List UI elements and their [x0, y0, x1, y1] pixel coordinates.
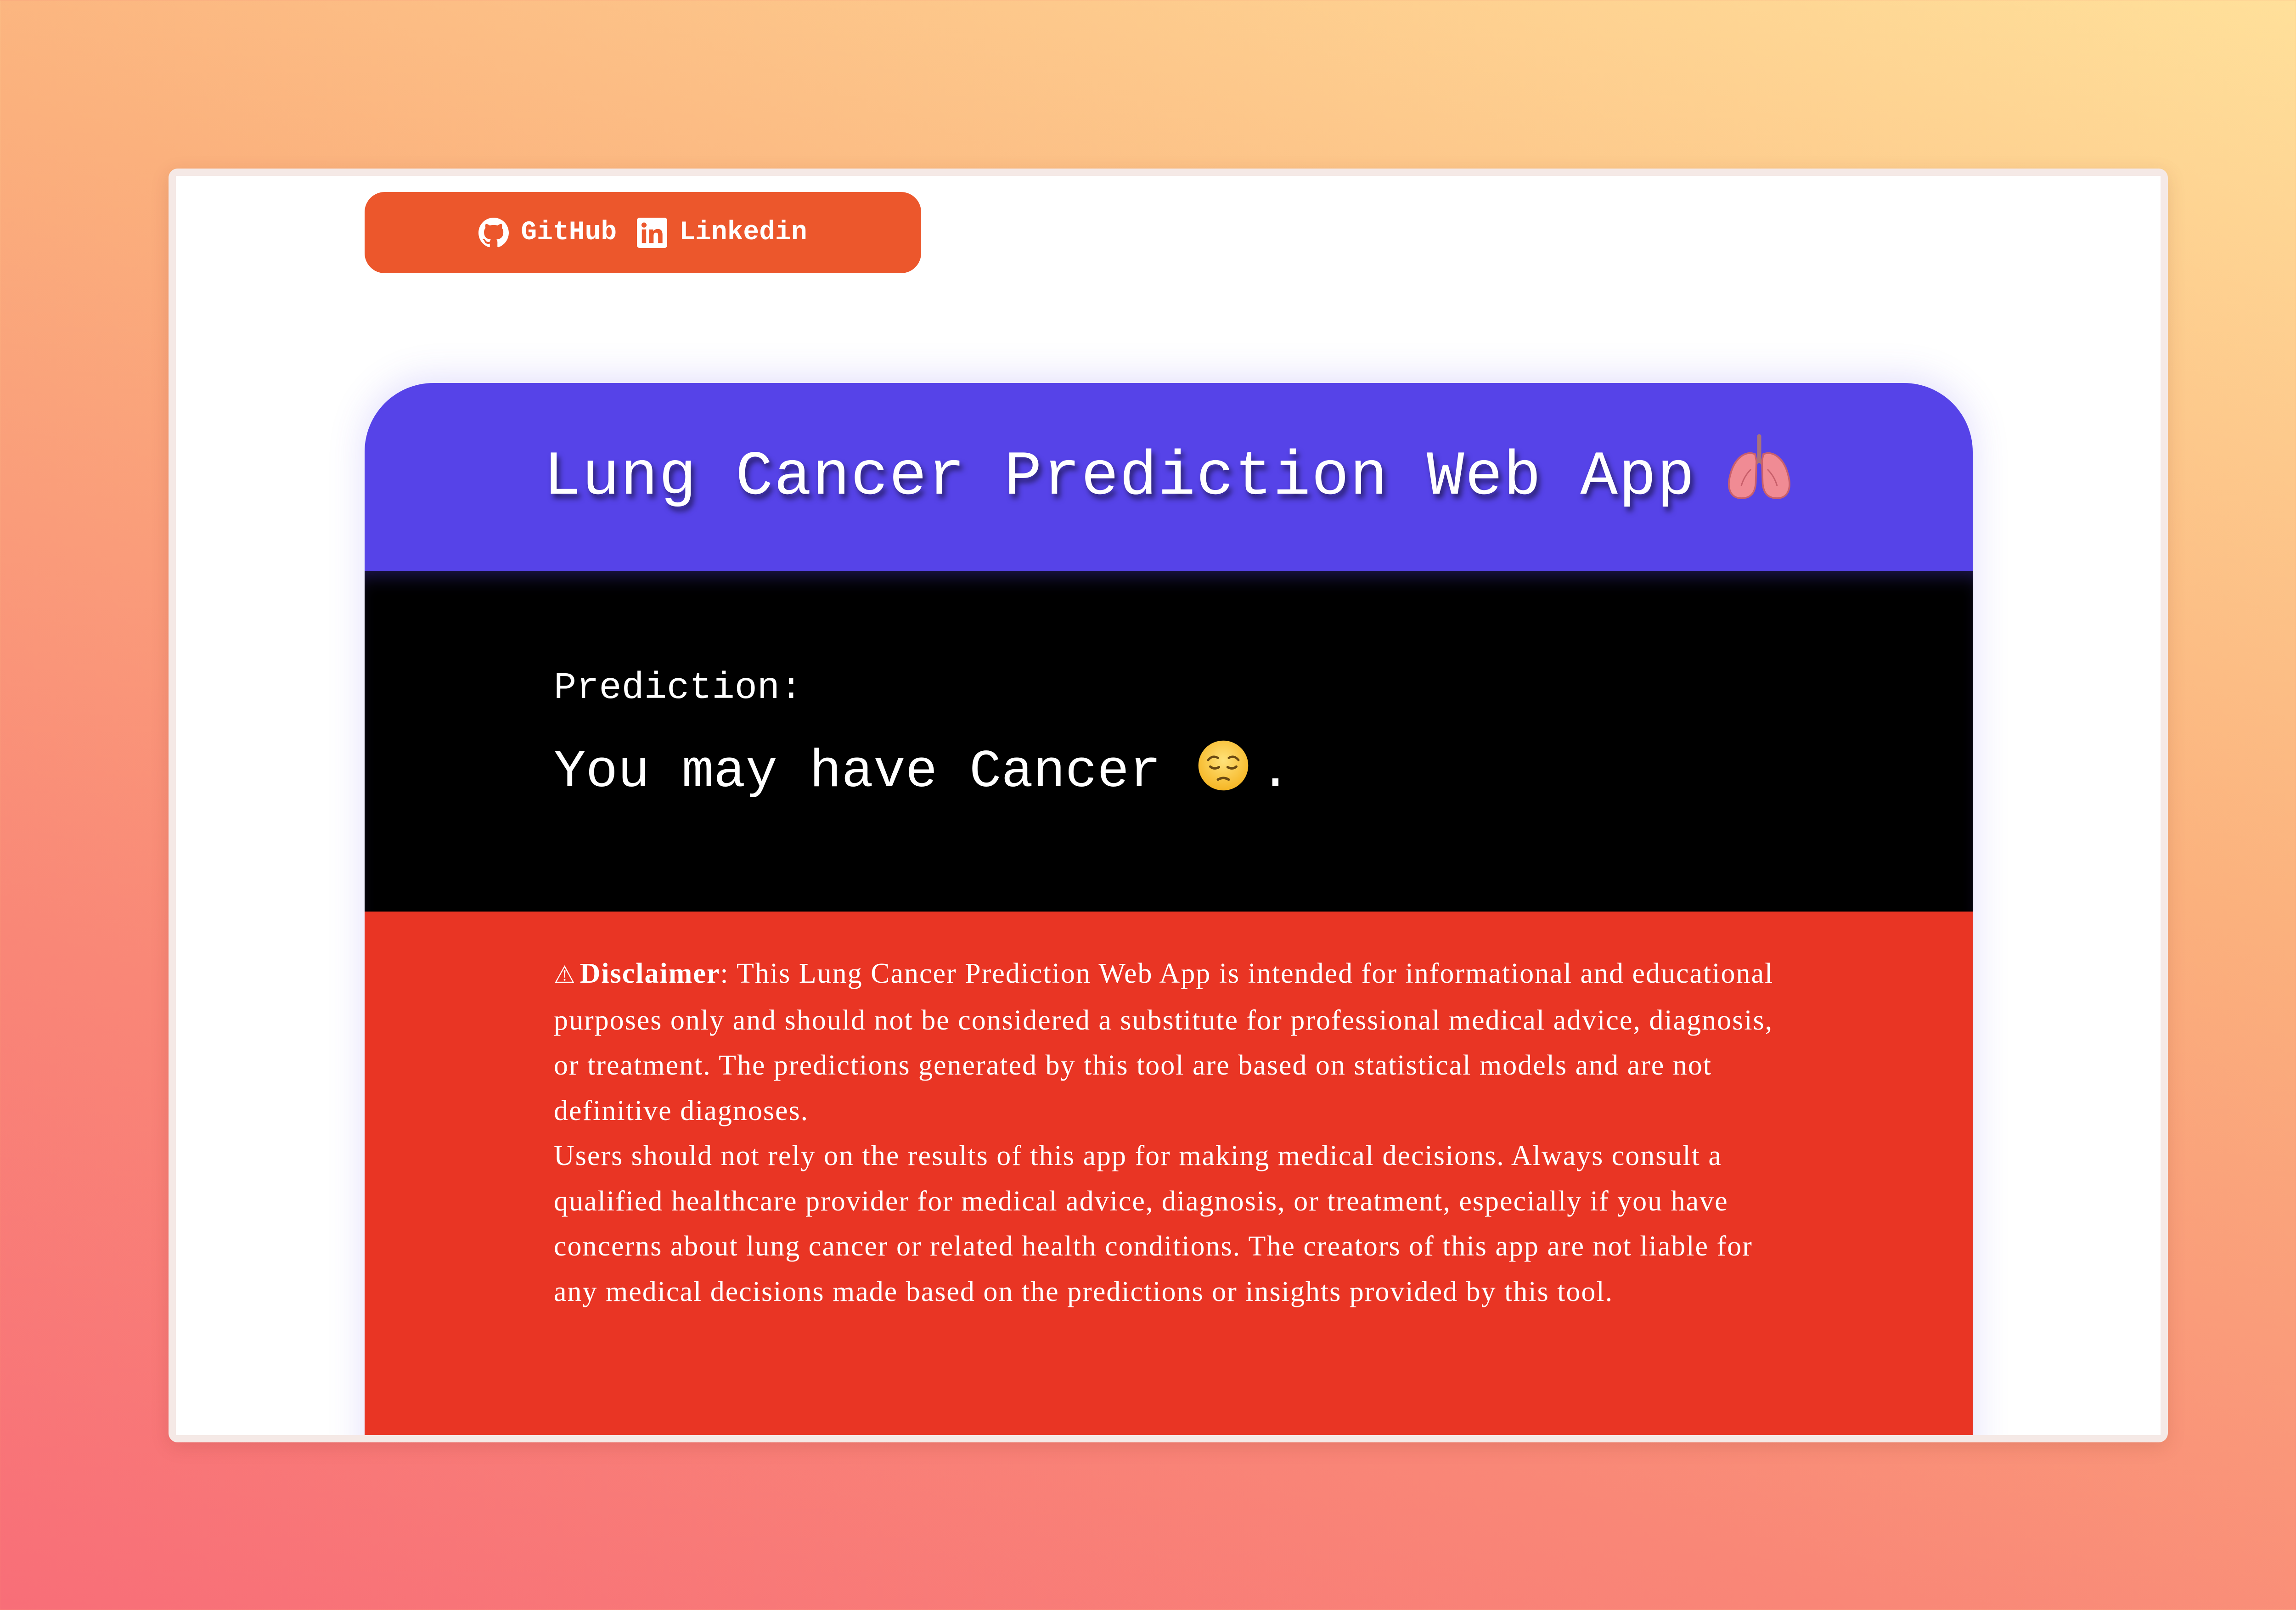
disclaimer-paragraph-1: ⚠ Disclaimer: This Lung Cancer Prediction… [554, 951, 1789, 1133]
linkedin-icon [637, 217, 668, 248]
browser-frame: GitHub Linkedin Lung Cancer Prediction W… [169, 169, 2168, 1442]
disclaimer-panel: ⚠ Disclaimer: This Lung Cancer Prediction… [365, 912, 1973, 1435]
disclaimer-text-1: This Lung Cancer Prediction Web App is i… [554, 958, 1774, 1126]
prediction-result-text: You may have Cancer [554, 741, 1161, 802]
warning-icon: ⚠ [554, 961, 576, 989]
app-header: Lung Cancer Prediction Web App [365, 383, 1973, 571]
disclaimer-colon: : [720, 958, 729, 989]
github-icon [478, 217, 509, 248]
prediction-result: You may have Cancer . [554, 738, 1973, 805]
disclaimer-paragraph-2: Users should not rely on the results of … [554, 1140, 1753, 1307]
disclaimer-title: Disclaimer [580, 958, 720, 989]
page-title: Lung Cancer Prediction Web App [543, 442, 1696, 512]
sad-face-icon [1196, 738, 1250, 805]
prediction-result-suffix: . [1259, 741, 1292, 802]
github-label: GitHub [521, 218, 617, 248]
prediction-label: Prediction: [554, 667, 803, 709]
prediction-panel: Prediction: You may have Cancer . [365, 571, 1973, 912]
social-links-bar: GitHub Linkedin [365, 192, 921, 273]
app-window: GitHub Linkedin Lung Cancer Prediction W… [176, 176, 2161, 1435]
github-link[interactable]: GitHub [478, 217, 617, 248]
linkedin-label: Linkedin [679, 218, 807, 248]
linkedin-link[interactable]: Linkedin [637, 217, 807, 248]
lungs-icon [1725, 433, 1794, 521]
prediction-card: Lung Cancer Prediction Web App Predictio… [365, 383, 1973, 1435]
